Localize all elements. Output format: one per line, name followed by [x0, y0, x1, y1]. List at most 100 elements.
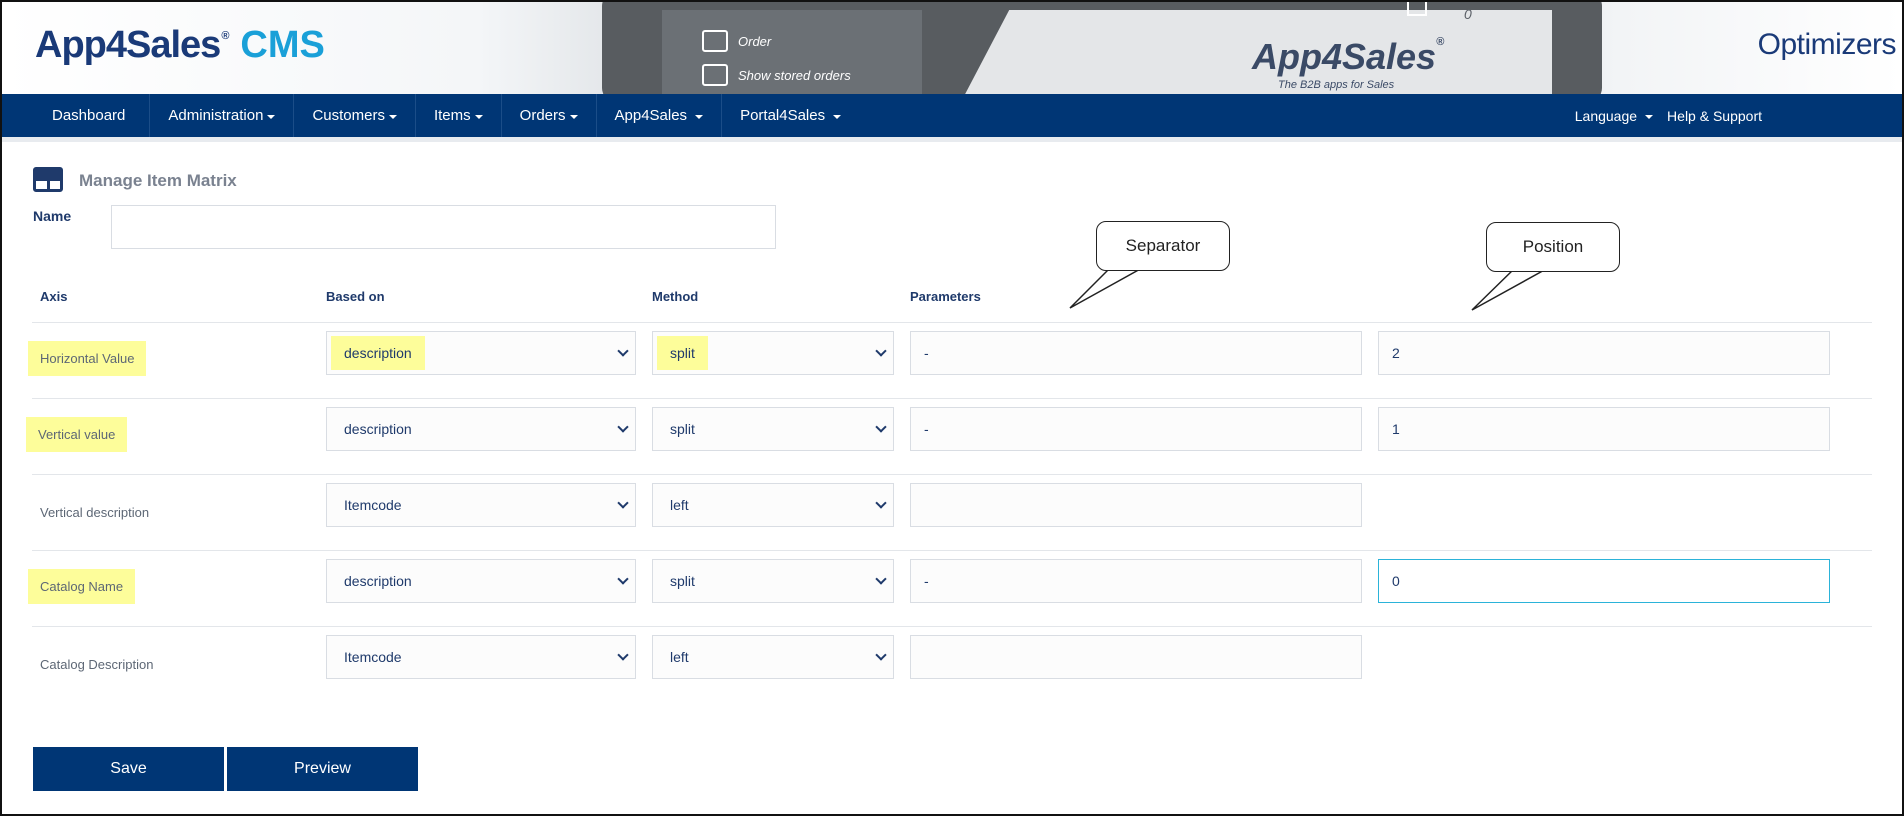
chevron-down-icon — [617, 345, 629, 357]
row-divider — [32, 626, 1872, 627]
nav-right-group: Language Help & Support — [1575, 94, 1762, 137]
parameter-input[interactable]: - — [910, 559, 1362, 603]
column-header-parameters: Parameters — [910, 289, 981, 304]
banner-logo-reg: ® — [1436, 36, 1445, 48]
nav-portal4sales[interactable]: Portal4Sales — [722, 94, 859, 137]
nav-app4sales[interactable]: App4Sales — [597, 94, 723, 137]
method-value: split — [657, 336, 708, 370]
based-on-select[interactable]: Itemcode — [326, 635, 636, 679]
nav-orders[interactable]: Orders — [502, 94, 597, 137]
based-on-select[interactable]: description — [326, 331, 636, 375]
based-on-value: description — [344, 421, 412, 437]
axis-label-catalog-name: Catalog Name — [28, 569, 136, 604]
method-value: split — [670, 421, 695, 437]
brand-reg: ® — [221, 30, 229, 42]
brand-suffix: CMS — [240, 24, 325, 66]
caret-down-icon — [474, 114, 483, 119]
method-select[interactable]: split — [652, 331, 894, 375]
chevron-down-icon — [875, 497, 887, 509]
based-on-value: Itemcode — [344, 649, 402, 665]
position-input[interactable]: 2 — [1378, 331, 1830, 375]
banner-logo-text: App4Sales — [1252, 36, 1437, 77]
save-button[interactable]: Save — [33, 747, 224, 791]
nav-label: Dashboard — [52, 107, 126, 124]
nav-items[interactable]: Items — [416, 94, 502, 137]
nav-label: App4Sales — [614, 107, 688, 124]
row-divider — [32, 322, 1872, 323]
based-on-value: description — [331, 336, 425, 370]
chevron-down-icon — [875, 345, 887, 357]
based-on-select[interactable]: description — [326, 407, 636, 451]
banner-cart-count: 0 — [1464, 6, 1472, 22]
name-input[interactable] — [111, 205, 776, 249]
based-on-select[interactable]: Itemcode — [326, 483, 636, 527]
banner-device-image: Order Show stored orders 0 App4Sales® Th… — [602, 2, 1602, 94]
method-select[interactable]: left — [652, 483, 894, 527]
column-header-axis: Axis — [40, 289, 68, 304]
based-on-select[interactable]: description — [326, 559, 636, 603]
page-title: Manage Item Matrix — [79, 171, 237, 190]
chevron-down-icon — [617, 421, 629, 433]
based-on-value: Itemcode — [344, 497, 402, 513]
chevron-down-icon — [617, 649, 629, 661]
chevron-down-icon — [875, 421, 887, 433]
nav-label: Administration — [168, 107, 264, 124]
banner-order-row: Order — [702, 30, 771, 52]
chevron-down-icon — [875, 573, 887, 585]
preview-button[interactable]: Preview — [227, 747, 418, 791]
brand-logo[interactable]: App4Sales® CMS — [35, 24, 325, 67]
method-select[interactable]: split — [652, 407, 894, 451]
nav-help-support[interactable]: Help & Support — [1667, 94, 1762, 137]
parameter-input[interactable] — [910, 635, 1362, 679]
chevron-down-icon — [617, 573, 629, 585]
nav-administration[interactable]: Administration — [150, 94, 295, 137]
app-header: Order Show stored orders 0 App4Sales® Th… — [2, 2, 1902, 94]
nav-customers[interactable]: Customers — [294, 94, 416, 137]
banner-stored-row: Show stored orders — [702, 64, 851, 86]
nav-label: Items — [433, 107, 471, 124]
nav-label: Language — [1574, 107, 1638, 124]
main-nav: Dashboard Administration Customers Items… — [2, 94, 1902, 137]
banner-logo: App4Sales® — [1252, 36, 1444, 78]
caret-down-icon — [695, 114, 704, 119]
method-value: left — [670, 497, 689, 513]
banner-device-panel: Order Show stored orders — [662, 10, 922, 94]
basket-icon — [702, 30, 728, 52]
chevron-down-icon — [875, 649, 887, 661]
caret-down-icon — [833, 114, 842, 119]
nav-underbar — [2, 137, 1902, 142]
axis-label-vertical-description: Vertical description — [40, 505, 150, 520]
banner-stored-label: Show stored orders — [738, 67, 851, 83]
axis-label-vertical-value: Vertical value — [26, 417, 128, 452]
position-input[interactable]: 0 — [1378, 559, 1830, 603]
column-header-based-on: Based on — [326, 289, 385, 304]
nav-dashboard[interactable]: Dashboard — [2, 94, 151, 137]
method-select[interactable]: left — [652, 635, 894, 679]
nav-label: Orders — [519, 107, 566, 124]
parameter-input[interactable] — [910, 483, 1362, 527]
banner-tagline: The B2B apps for Sales — [1278, 79, 1395, 91]
parameter-input[interactable]: - — [910, 407, 1362, 451]
method-value: left — [670, 649, 689, 665]
nav-label: Customers — [312, 107, 385, 124]
axis-label-horizontal-value: Horizontal Value — [28, 341, 147, 376]
partner-logo: Optimizers — [1757, 28, 1897, 61]
table-icon — [33, 167, 63, 192]
position-input[interactable]: 1 — [1378, 407, 1830, 451]
method-select[interactable]: split — [652, 559, 894, 603]
caret-down-icon — [1645, 114, 1654, 119]
axis-label-catalog-description: Catalog Description — [40, 657, 154, 672]
floppy-disk-icon — [702, 64, 728, 86]
caret-down-icon — [569, 114, 578, 119]
nav-label: Help & Support — [1667, 107, 1762, 124]
name-label: Name — [33, 208, 72, 224]
position-callout: Position — [1486, 222, 1620, 272]
chevron-down-icon — [617, 497, 629, 509]
nav-language[interactable]: Language — [1574, 94, 1654, 137]
row-divider — [32, 474, 1872, 475]
caret-down-icon — [267, 114, 276, 119]
parameter-input[interactable]: - — [910, 331, 1362, 375]
method-value: split — [670, 573, 695, 589]
based-on-value: description — [344, 573, 412, 589]
separator-callout: Separator — [1096, 221, 1230, 271]
